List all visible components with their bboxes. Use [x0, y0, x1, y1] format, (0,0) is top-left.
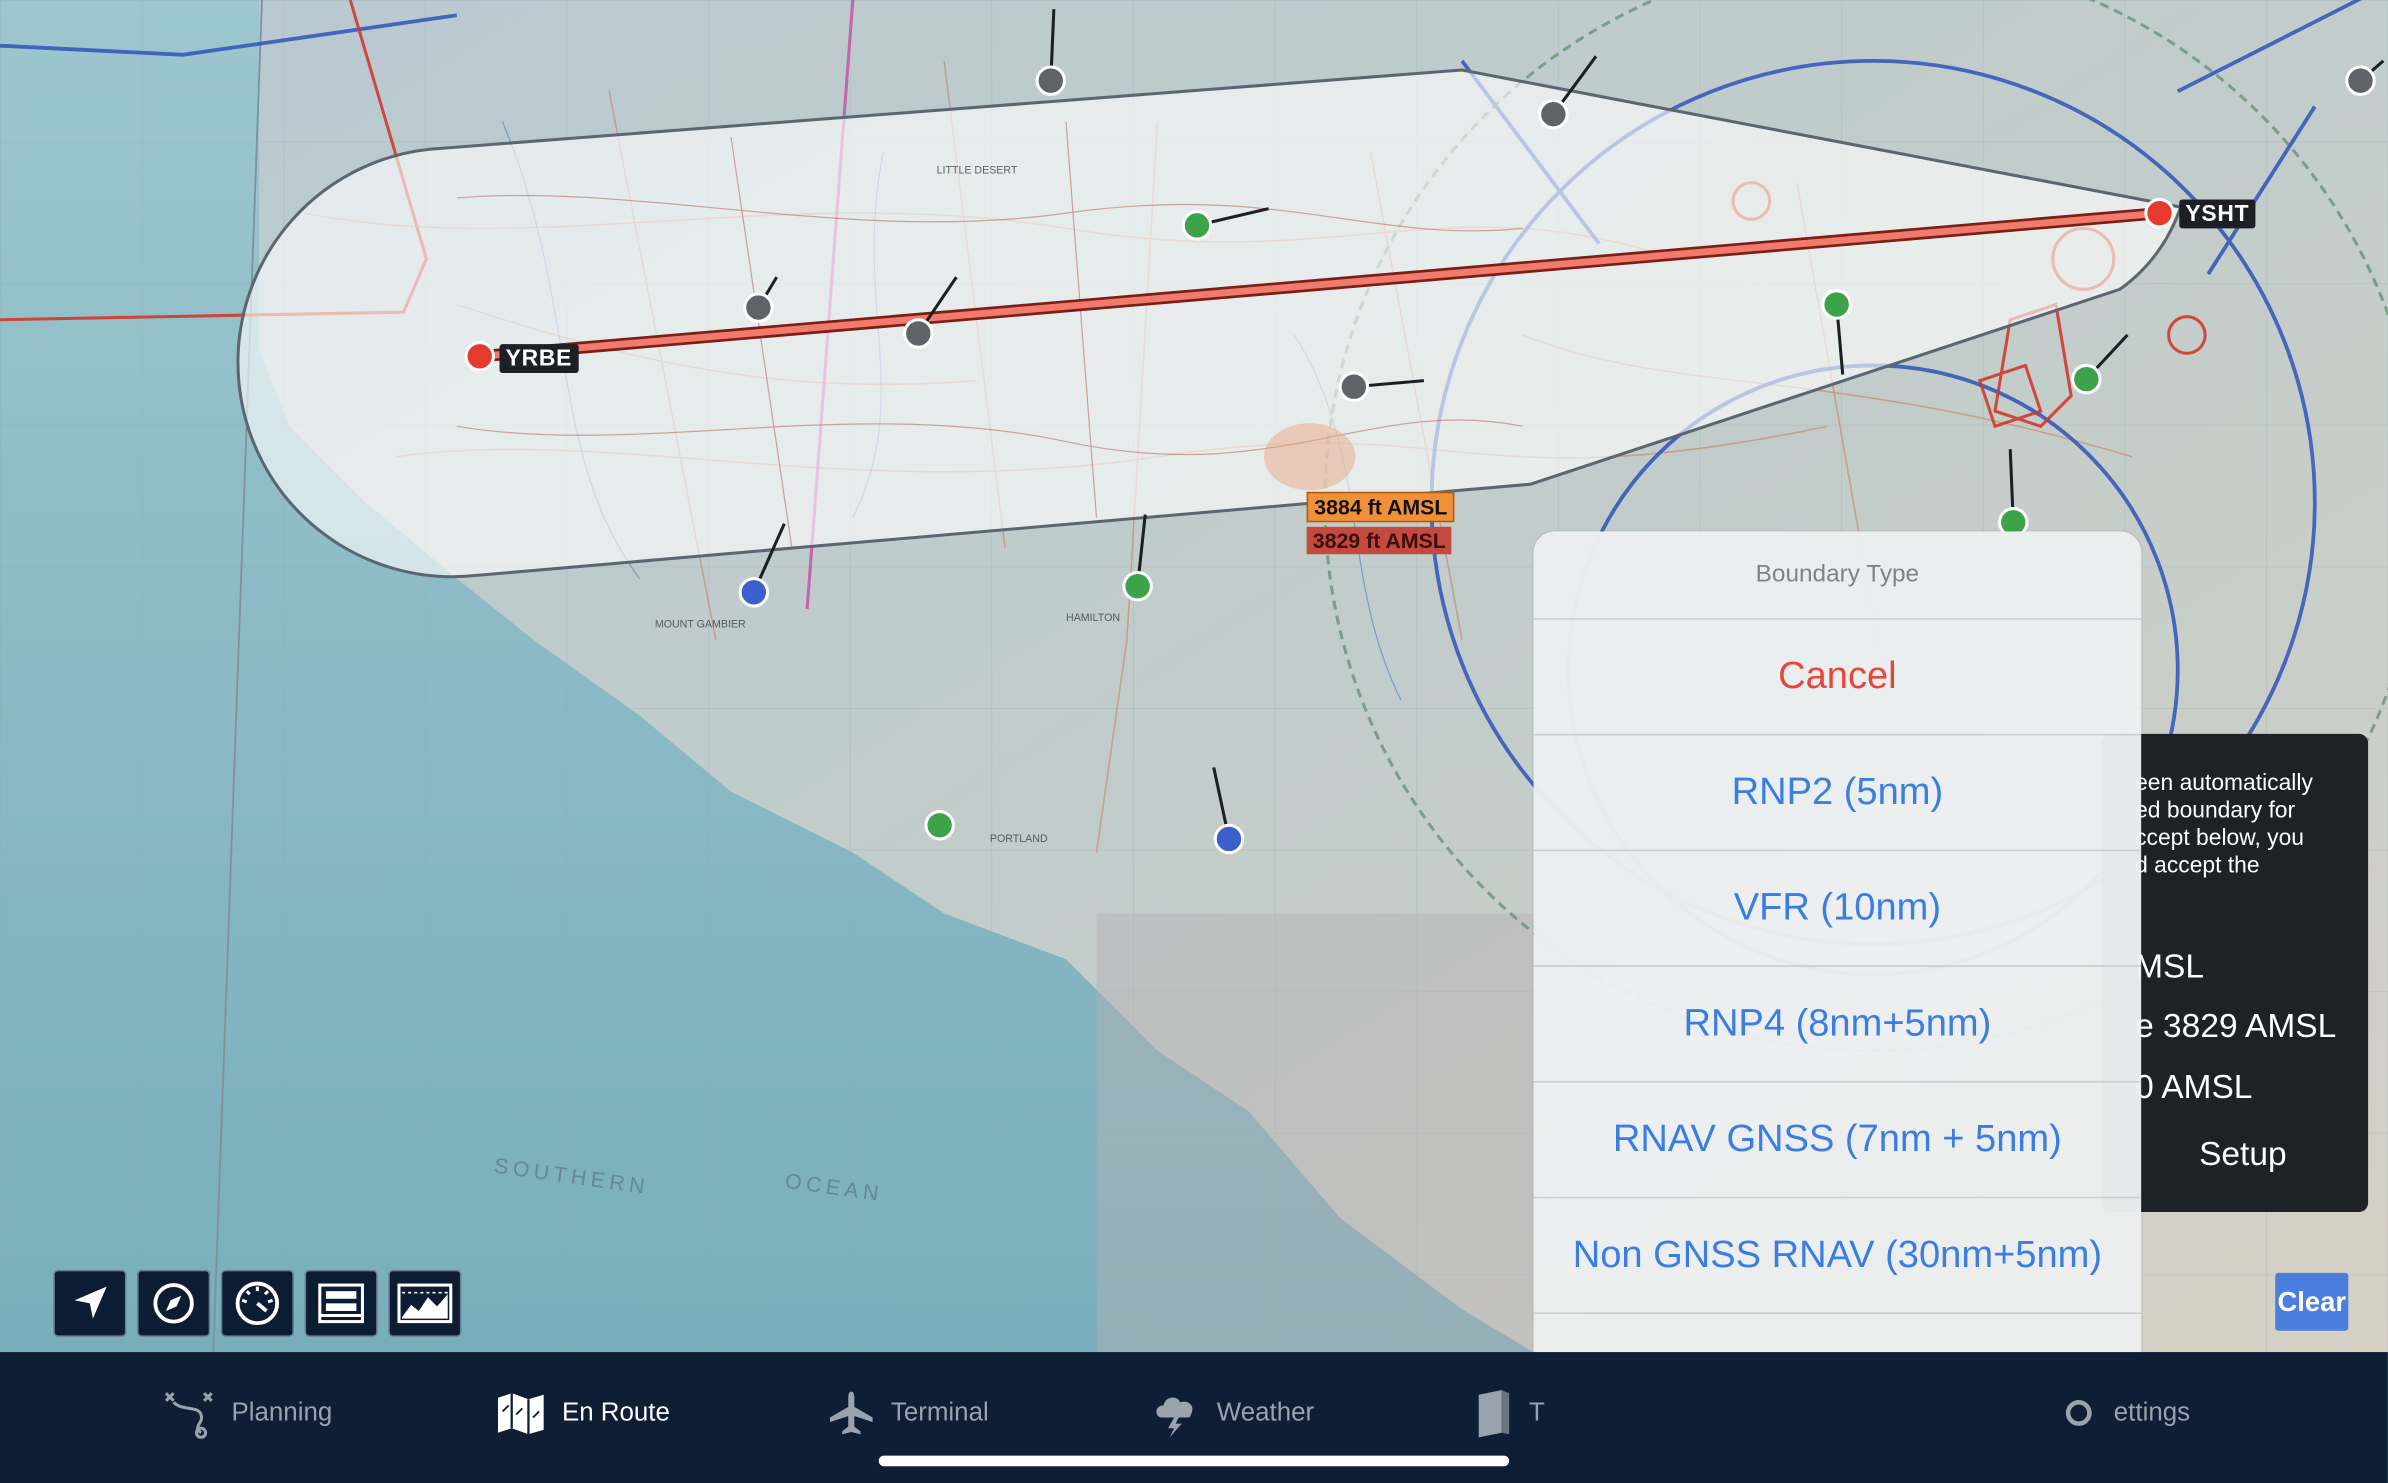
option-rnp4[interactable]: RNP4 (8nm+5nm): [1533, 967, 2142, 1083]
info-row-3: 0 AMSL: [2135, 1067, 2253, 1106]
sheet-title: Boundary Type: [1533, 531, 2142, 620]
tab-terminal[interactable]: Terminal: [827, 1383, 989, 1444]
tab-documents[interactable]: T: [1474, 1383, 1545, 1444]
planning-icon: [161, 1387, 216, 1439]
cancel-button[interactable]: Cancel: [1533, 620, 2142, 736]
option-rnav-gnss[interactable]: RNAV GNSS (7nm + 5nm): [1533, 1083, 2142, 1199]
airplane-icon: [827, 1389, 876, 1438]
boundary-type-sheet: Boundary Type Cancel RNP2 (5nm) VFR (10n…: [1533, 531, 2142, 1424]
tab-weather[interactable]: Weather: [1150, 1383, 1314, 1444]
location-arrow-icon: [69, 1282, 112, 1325]
tab-planning-label: Planning: [231, 1397, 333, 1427]
option-vfr[interactable]: VFR (10nm): [1533, 851, 2142, 967]
waypoint-label-yrbe[interactable]: YRBE: [499, 344, 579, 374]
chart-label-little-desert: LITTLE DESERT: [937, 165, 1018, 177]
info-row-1: MSL: [2135, 947, 2205, 986]
tab-en-route-label: En Route: [561, 1397, 670, 1427]
tab-planning[interactable]: Planning: [161, 1383, 332, 1444]
profile-button[interactable]: [388, 1269, 462, 1337]
compass-icon: [151, 1281, 197, 1327]
settings-icon: [2059, 1393, 2099, 1433]
altitude-high-tag: 3884 ft AMSL: [1306, 491, 1455, 523]
profile-icon: [396, 1281, 454, 1327]
option-non-gnss-rnav[interactable]: Non GNSS RNAV (30nm+5nm): [1533, 1198, 2142, 1315]
option-rnp2[interactable]: RNP2 (5nm): [1533, 735, 2142, 852]
map-icon: [495, 1390, 547, 1436]
waypoint-label-ysht[interactable]: YSHT: [2179, 199, 2256, 229]
chart-label-hamilton: HAMILTON: [1066, 612, 1120, 624]
gauge-button[interactable]: [220, 1269, 294, 1337]
clear-button[interactable]: Clear: [2275, 1272, 2349, 1331]
chart-label-mount-gambier: MOUNT GAMBIER: [655, 618, 746, 630]
tab-weather-label: Weather: [1216, 1397, 1315, 1427]
setup-arrow: [2144, 1135, 2166, 1173]
tab-terminal-label: Terminal: [890, 1397, 989, 1427]
document-icon: [1474, 1387, 1514, 1439]
altitude-low-tag: 3829 ft AMSL: [1306, 526, 1452, 555]
setup-button[interactable]: Setup: [2169, 1127, 2382, 1182]
compass-button[interactable]: [137, 1269, 211, 1337]
chart-label-portland: PORTLAND: [990, 833, 1048, 845]
panels-icon: [315, 1281, 367, 1327]
info-row-2: e 3829 AMSL: [2135, 1006, 2337, 1045]
tab-documents-label: T: [1528, 1397, 1545, 1427]
tab-settings-label: ettings: [2113, 1397, 2191, 1427]
panels-button[interactable]: [304, 1269, 378, 1337]
home-indicator[interactable]: [878, 1455, 1510, 1467]
tab-en-route[interactable]: En Route: [495, 1383, 670, 1444]
info-panel-text: een automatically ed boundary for ccept …: [2135, 770, 2313, 879]
gauge-icon: [233, 1279, 282, 1328]
tab-settings[interactable]: ettings: [2059, 1383, 2190, 1444]
weather-icon: [1150, 1387, 1202, 1439]
location-arrow-button[interactable]: [53, 1269, 127, 1337]
